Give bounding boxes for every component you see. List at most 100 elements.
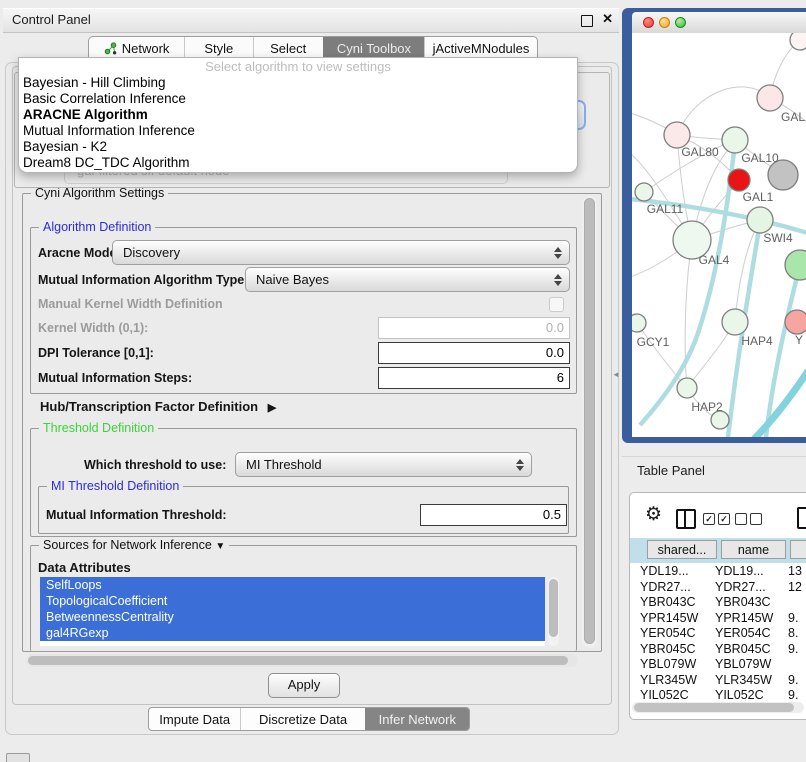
table-cell: 9. — [788, 673, 798, 689]
combo-arrows-icon — [554, 247, 561, 259]
table-row[interactable]: YBR043CYBR043C — [630, 595, 806, 611]
close-traffic-light-icon[interactable] — [643, 17, 654, 28]
table-cell: YIL052C — [640, 688, 689, 702]
table-row[interactable]: YDL19...YDL19...13 — [630, 564, 806, 580]
node-label-gal: GAL — [781, 110, 805, 124]
node-label-hap4: HAP4 — [741, 334, 773, 348]
network-node-gal-right[interactable] — [757, 85, 783, 111]
column-header-a[interactable]: A — [790, 540, 806, 559]
aracne-mode-value: Discovery — [123, 245, 180, 260]
table-row[interactable]: YIL052CYIL052C9. — [630, 688, 806, 702]
which-threshold-combobox[interactable]: MI Threshold — [235, 452, 532, 477]
table-row[interactable]: YPR145W YPR145W 9. — [630, 611, 806, 627]
table-row[interactable]: YBL079WYBL079W — [630, 657, 806, 673]
algorithm-option-bayesian-k2[interactable]: Bayesian - K2 — [19, 139, 577, 155]
collapsed-panel-button[interactable] — [6, 753, 30, 762]
network-edge[interactable] — [637, 323, 687, 388]
algorithm-option-mutual-information-inference[interactable]: Mutual Information Inference — [19, 123, 577, 139]
table-cell: YLR345W — [640, 673, 697, 689]
checked-box-icon: ✓ — [703, 513, 715, 525]
kernel-width-field[interactable]: 0.0 — [378, 317, 570, 339]
network-edge[interactable] — [677, 87, 770, 135]
table-cell: 9. — [788, 611, 798, 627]
network-node-red-node[interactable] — [728, 169, 750, 191]
unchecked-box-icon — [750, 513, 762, 525]
close-icon[interactable]: ✕ — [602, 11, 613, 27]
mi-threshold-field[interactable]: 0.5 — [420, 504, 567, 526]
node-label-gal80: GAL80 — [681, 145, 719, 159]
node-label-y: Y — [795, 333, 803, 347]
dpi-tolerance-label: DPI Tolerance [0,1]: — [38, 346, 154, 360]
data-attributes-list: SelfLoopsTopologicalCoefficientBetweenne… — [40, 577, 545, 646]
table-cell: YBR043C — [715, 595, 771, 611]
aracne-mode-combobox[interactable]: Discovery — [112, 240, 570, 265]
deselect-all-columns-icon[interactable] — [735, 513, 762, 526]
network-node-gal10[interactable] — [722, 127, 748, 153]
network-node-gal1[interactable] — [747, 207, 773, 233]
table-cell: YPR145W — [640, 611, 698, 627]
settings-vertical-scrollbar[interactable] — [582, 196, 597, 648]
column-header-shared[interactable]: shared... — [647, 540, 717, 559]
select-all-columns-icon[interactable]: ✓ ✓ — [703, 513, 730, 526]
attribute-list-scrollbar[interactable] — [548, 577, 559, 646]
dpi-tolerance-field[interactable]: 0.0 — [378, 342, 570, 364]
attribute-item-topologicalcoefficient[interactable]: TopologicalCoefficient — [40, 593, 545, 609]
table-cell: YPR145W — [715, 611, 773, 627]
scrollbar-thumb[interactable] — [584, 198, 595, 644]
network-node-hap4[interactable] — [722, 309, 748, 335]
tab-infer-network[interactable]: Infer Network — [365, 708, 469, 730]
table-row[interactable]: YBR045CYBR045C9. — [630, 642, 806, 658]
attribute-item-gal4rgexp[interactable]: gal4RGexp — [40, 625, 545, 641]
table-row[interactable]: YLR345WYLR345W9. — [630, 673, 806, 689]
node-label-gal10: GAL10 — [741, 151, 779, 165]
table-cell: YBR045C — [715, 642, 771, 658]
scrollbar-thumb[interactable] — [549, 579, 558, 637]
tab-label: Cyni Toolbox — [337, 41, 411, 56]
tab-impute-data[interactable]: Impute Data — [149, 708, 240, 730]
table-horizontal-scrollbar[interactable] — [632, 702, 804, 713]
table-cell: YDL19... — [715, 564, 764, 580]
table-cell: 8. — [788, 626, 798, 642]
table-cell: YER054C — [640, 626, 696, 642]
zoom-traffic-light-icon[interactable] — [675, 17, 686, 28]
network-edge[interactable] — [754, 371, 806, 437]
network-node-top-partial[interactable] — [790, 33, 806, 50]
settings-horizontal-scrollbar[interactable] — [26, 654, 578, 667]
control-panel-titlebar: Control Panel ✕ — [3, 8, 619, 33]
float-window-icon[interactable] — [581, 15, 593, 27]
splitter-collapse-arrow[interactable]: ◄ — [612, 370, 620, 379]
network-node-gcy1[interactable] — [632, 314, 646, 332]
show-columns-icon[interactable] — [676, 509, 696, 529]
table-row[interactable]: YER054CYER054C8. — [630, 626, 806, 642]
manual-kernel-checkbox[interactable] — [549, 297, 564, 312]
table-settings-gear-icon[interactable]: ⚙ — [645, 505, 662, 524]
network-node-left-small[interactable] — [635, 183, 653, 201]
algorithm-option-aracne-algorithm[interactable]: ARACNE Algorithm — [19, 107, 577, 123]
network-node-salmon-right[interactable] — [785, 310, 806, 334]
mi-steps-field[interactable]: 6 — [378, 367, 570, 389]
scrollbar-thumb[interactable] — [634, 703, 794, 712]
export-table-icon[interactable] — [797, 507, 806, 529]
attribute-item-selfloops[interactable]: SelfLoops — [40, 577, 545, 593]
apply-button[interactable]: Apply — [268, 673, 340, 698]
scrollbar-thumb[interactable] — [28, 656, 568, 665]
table-cell: YIL052C — [715, 688, 764, 702]
hub-definition-expander[interactable]: Hub/Transcription Factor Definition ▶ — [40, 399, 276, 414]
algorithm-option-dream8-dc-tdc-algorithm[interactable]: Dream8 DC_TDC Algorithm — [19, 155, 577, 171]
table-row[interactable]: YDR27...YDR27...12 — [630, 580, 806, 596]
network-canvas[interactable]: GALGAL80GAL10GAL11GAL1SWI4GAL4GCY1HAP4YH… — [632, 33, 806, 437]
tab-discretize-data[interactable]: Discretize Data — [240, 708, 364, 730]
sources-group-title[interactable]: Sources for Network Inference ▼ — [39, 538, 229, 552]
network-node-bright-right[interactable] — [785, 250, 806, 280]
combo-arrows-icon — [554, 274, 561, 286]
algorithm-option-bayesian-hill-climbing[interactable]: Bayesian - Hill Climbing — [19, 75, 577, 91]
network-node-hap2[interactable] — [677, 378, 697, 398]
network-window-titlebar[interactable] — [632, 12, 806, 34]
column-header-name[interactable]: name — [721, 540, 786, 559]
minimize-traffic-light-icon[interactable] — [659, 17, 670, 28]
mi-type-combobox[interactable]: Naive Bayes — [245, 267, 570, 292]
algorithm-option-basic-correlation-inference[interactable]: Basic Correlation Inference — [19, 91, 577, 107]
attribute-item-betweennesscentrality[interactable]: BetweennessCentrality — [40, 609, 545, 625]
network-edge[interactable] — [685, 240, 692, 388]
network-icon — [104, 42, 117, 55]
